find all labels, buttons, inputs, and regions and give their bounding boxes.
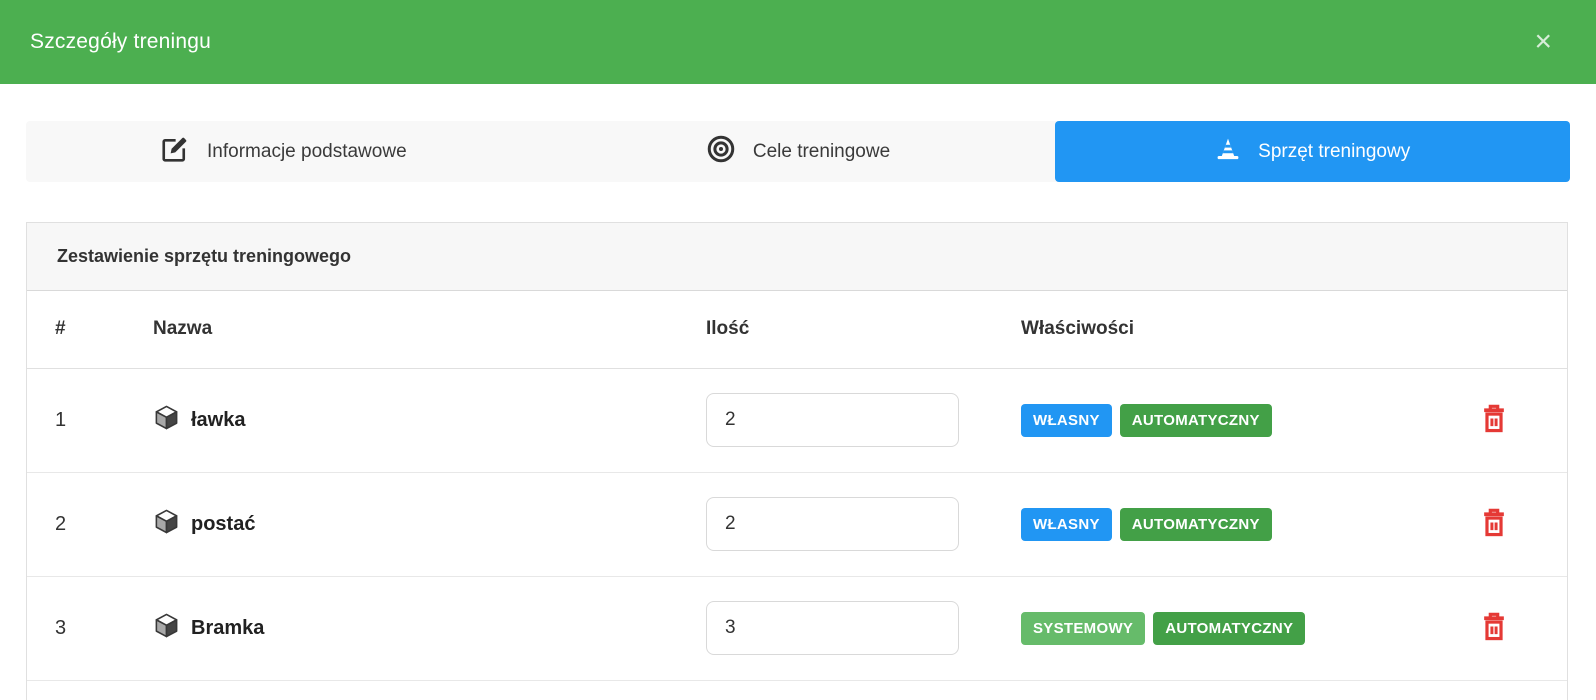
equipment-table-body: 1 ławka WŁASNYAUTOMATYCZNY <box>27 368 1567 680</box>
trash-icon <box>1479 631 1509 646</box>
quantity-input[interactable] <box>706 601 959 655</box>
modal-header: Szczegóły treningu × <box>0 0 1596 84</box>
close-icon: × <box>1534 25 1552 58</box>
trash-icon <box>1479 527 1509 542</box>
column-header-quantity: Ilość <box>678 291 993 368</box>
table-row: 1 ławka WŁASNYAUTOMATYCZNY <box>27 368 1567 472</box>
property-badge: WŁASNY <box>1021 508 1112 541</box>
property-badge: AUTOMATYCZNY <box>1120 404 1272 437</box>
modal-title: Szczegóły treningu <box>30 30 211 54</box>
close-button[interactable]: × <box>1534 27 1552 57</box>
table-header-row: # Nazwa Ilość Właściwości <box>27 291 1567 368</box>
property-badges: SYSTEMOWYAUTOMATYCZNY <box>1021 612 1420 645</box>
cube-icon <box>153 508 180 541</box>
row-index: 3 <box>27 576 125 680</box>
tab-label: Sprzęt treningowy <box>1258 141 1410 163</box>
target-icon <box>706 134 736 170</box>
property-badge: WŁASNY <box>1021 404 1112 437</box>
tab-label: Cele treningowe <box>753 141 890 163</box>
equipment-name: ławka <box>191 409 245 432</box>
trash-icon <box>1479 423 1509 438</box>
property-badge: AUTOMATYCZNY <box>1153 612 1305 645</box>
tab-informacje-podstawowe[interactable]: Informacje podstawowe <box>26 121 541 182</box>
equipment-name: Bramka <box>191 617 264 640</box>
column-header-name: Nazwa <box>125 291 678 368</box>
delete-button[interactable] <box>1475 503 1513 546</box>
quantity-input[interactable] <box>706 393 959 447</box>
delete-button[interactable] <box>1475 399 1513 442</box>
panel-header: Zestawienie sprzętu treningowego <box>27 223 1567 291</box>
tab-cele-treningowe[interactable]: Cele treningowe <box>541 121 1056 182</box>
property-badges: WŁASNYAUTOMATYCZNY <box>1021 404 1420 437</box>
tab-label: Informacje podstawowe <box>207 141 407 163</box>
tab-sprzet-treningowy[interactable]: Sprzęt treningowy <box>1055 121 1570 182</box>
row-index: 1 <box>27 368 125 472</box>
delete-button[interactable] <box>1475 607 1513 650</box>
edit-icon <box>160 134 190 170</box>
property-badge: AUTOMATYCZNY <box>1120 508 1272 541</box>
property-badges: WŁASNYAUTOMATYCZNY <box>1021 508 1420 541</box>
equipment-table: # Nazwa Ilość Właściwości 1 ławka <box>27 291 1567 681</box>
cube-icon <box>153 404 180 437</box>
table-row: 3 Bramka SYSTEMOWYAUTOMATYCZNY <box>27 576 1567 680</box>
row-index: 2 <box>27 472 125 576</box>
quantity-input[interactable] <box>706 497 959 551</box>
column-header-properties: Właściwości <box>993 291 1420 368</box>
equipment-name: postać <box>191 513 255 536</box>
equipment-panel: Zestawienie sprzętu treningowego # Nazwa… <box>26 222 1568 700</box>
tab-bar: Informacje podstawowe Cele treningowe <box>26 121 1570 182</box>
panel-title: Zestawienie sprzętu treningowego <box>57 246 351 267</box>
table-row: 2 postać WŁASNYAUTOMATYCZNY <box>27 472 1567 576</box>
traffic-cone-icon <box>1215 136 1241 168</box>
property-badge: SYSTEMOWY <box>1021 612 1145 645</box>
column-header-index: # <box>27 291 125 368</box>
cube-icon <box>153 612 180 645</box>
column-header-actions <box>1420 291 1567 368</box>
